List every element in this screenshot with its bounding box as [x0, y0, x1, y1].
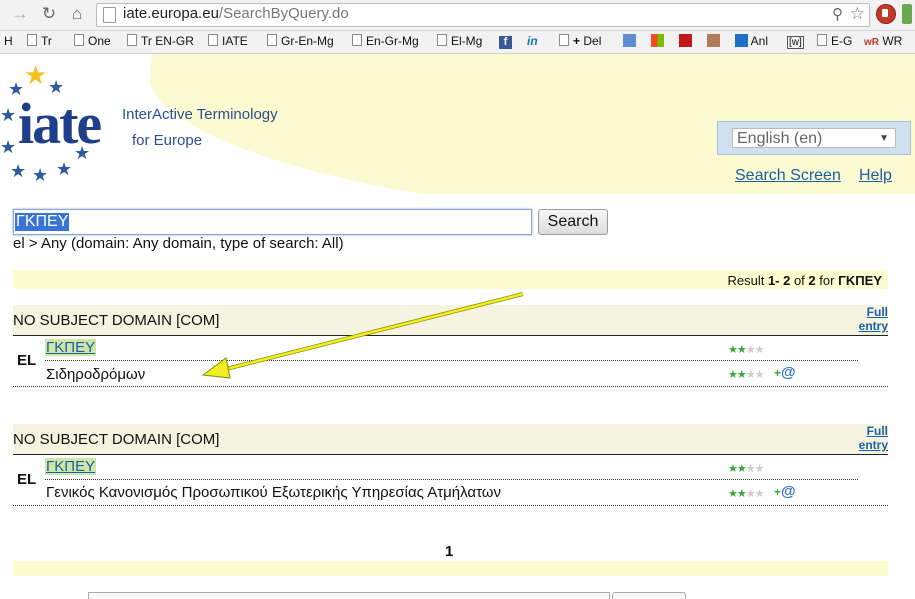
annotation-arrow-head — [201, 357, 231, 379]
annotation-arrow-shaft — [221, 292, 524, 372]
annotation-arrow — [201, 292, 524, 379]
